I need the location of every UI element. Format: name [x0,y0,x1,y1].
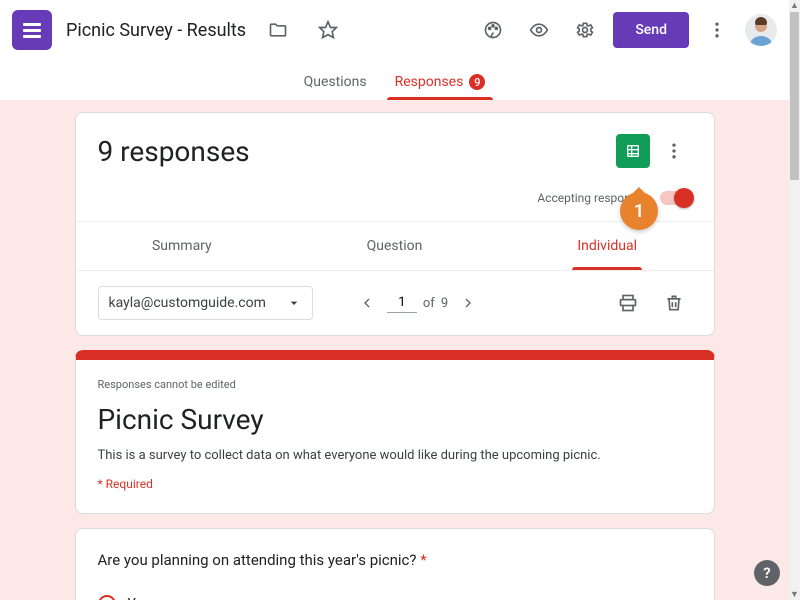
radio-label: Yes [128,596,151,600]
annotation-marker-1: 1 [620,192,658,230]
theme-icon[interactable] [475,12,511,48]
scrollbar[interactable]: ▲ ▼ [789,0,800,600]
form-description: This is a survey to collect data on what… [98,448,692,463]
app-header: Picnic Survey - Results Send [0,0,789,60]
required-note: * Required [98,477,692,491]
form-header-card: Responses cannot be edited Picnic Survey… [75,350,715,514]
respondent-dropdown[interactable]: kayla@customguide.com [98,286,313,320]
respondent-email: kayla@customguide.com [109,295,266,311]
response-pager: of 9 [353,289,482,317]
accepting-responses-toggle[interactable] [660,191,692,205]
help-button[interactable]: ? [754,560,780,586]
delete-icon[interactable] [656,285,692,321]
pager-of-label: of [423,296,435,311]
settings-icon[interactable] [567,12,603,48]
chevron-down-icon [286,295,302,311]
question-text: Are you planning on attending this year'… [98,551,692,569]
document-title[interactable]: Picnic Survey - Results [66,20,246,41]
preview-icon[interactable] [521,12,557,48]
question-card: Are you planning on attending this year'… [75,528,715,600]
canvas-area: 9 responses Accepting responses [0,100,789,600]
radio-option-yes[interactable]: Yes [98,587,692,600]
subtab-individual[interactable]: Individual [501,222,714,270]
tab-responses[interactable]: Responses 9 [381,74,500,100]
prev-response-button[interactable] [353,289,381,317]
next-response-button[interactable] [454,289,482,317]
scroll-down-icon[interactable]: ▼ [789,589,800,600]
scroll-up-icon[interactable]: ▲ [789,0,800,11]
send-button[interactable]: Send [613,12,689,48]
tab-responses-label: Responses [395,74,464,90]
print-icon[interactable] [610,285,646,321]
subtab-question[interactable]: Question [288,222,501,270]
subtab-summary[interactable]: Summary [76,222,289,270]
form-tabs: Questions Responses 9 [0,60,789,100]
tab-questions[interactable]: Questions [290,74,381,100]
form-title: Picnic Survey [98,403,692,436]
responses-count-badge: 9 [469,74,485,90]
responses-subtabs: Summary Question Individual [76,221,714,270]
responses-card: 9 responses Accepting responses [75,112,715,336]
forms-logo[interactable] [12,10,52,50]
scrollbar-thumb[interactable] [790,12,799,180]
move-folder-icon[interactable] [260,12,296,48]
responses-count-heading: 9 responses [98,135,250,168]
account-avatar[interactable] [745,14,777,46]
star-icon[interactable] [310,12,346,48]
current-response-input[interactable] [387,293,417,313]
pager-total: 9 [441,296,448,311]
more-menu-icon[interactable] [699,12,735,48]
responses-more-icon[interactable] [656,133,692,169]
radio-icon [98,595,116,600]
edit-notice: Responses cannot be edited [98,378,692,391]
create-spreadsheet-button[interactable] [616,134,650,168]
